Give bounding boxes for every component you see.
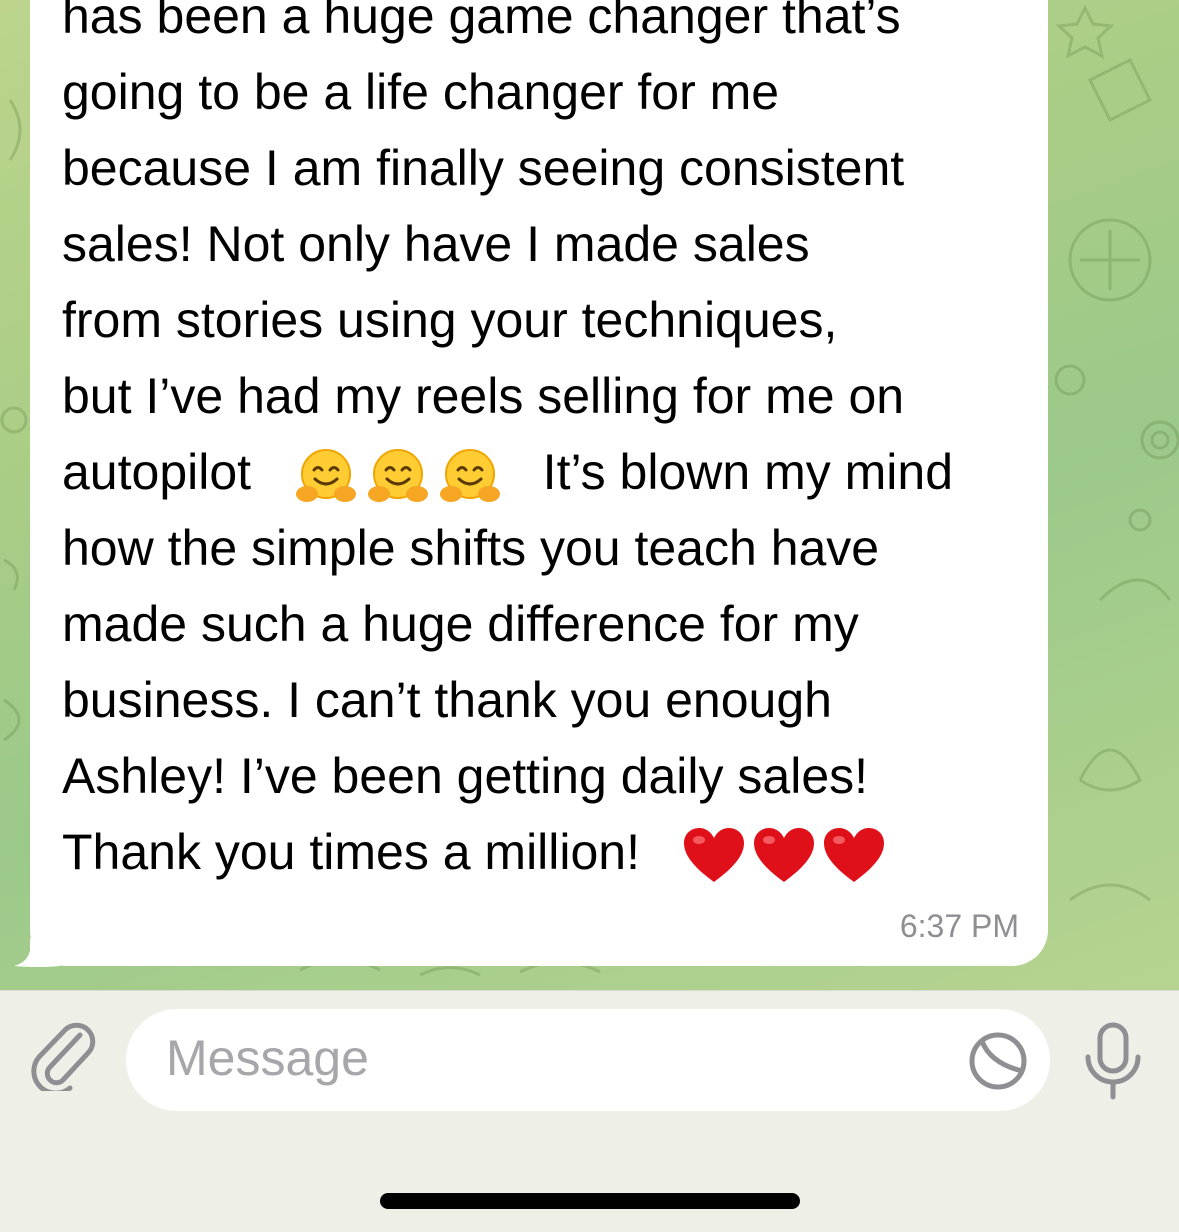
message-line: has been a huge game changer that’s [62, 0, 901, 44]
message-line: going to be a life changer for me [62, 64, 780, 120]
message-fragment: It’s blown my mind [542, 444, 953, 500]
message-line: but I’ve had my reels selling for me on [62, 368, 905, 424]
message-input-placeholder: Message [166, 1030, 369, 1086]
hugging-face-emoji-icon [295, 448, 356, 502]
home-indicator[interactable] [380, 1193, 800, 1209]
message-line: how the simple shifts you teach have [62, 520, 880, 576]
message-timestamp: 6:37 PM [899, 908, 1019, 944]
message-line: business. I can’t thank you enough [62, 672, 832, 728]
message-line-with-emoji: Thank you times a million! [62, 822, 892, 882]
bubble-tail [14, 938, 60, 967]
message-line: because I am finally seeing consistent [62, 140, 905, 196]
red-heart-emoji-icon [823, 827, 884, 882]
message-composer: Message [0, 990, 1179, 1232]
message-line: from stories using your techniques, [62, 292, 838, 348]
message-fragment: Thank you times a million! [62, 824, 641, 880]
message-line-with-emoji: autopilot It’s blown my mind [62, 442, 953, 502]
message-line: Ashley! I’ve been getting daily sales! [62, 748, 869, 804]
hugging-face-emoji-icon [367, 448, 428, 502]
hugging-face-emoji-icon [439, 448, 500, 502]
paperclip-icon[interactable] [30, 1021, 96, 1091]
red-heart-emoji-icon [683, 827, 744, 882]
message-input[interactable]: Message [126, 1009, 1050, 1111]
red-heart-emoji-icon [753, 827, 814, 882]
message-line: sales! Not only have I made sales [62, 216, 810, 272]
microphone-icon[interactable] [1080, 1021, 1146, 1101]
message-fragment: autopilot [62, 444, 252, 500]
message-line: made such a huge difference for my [62, 596, 859, 652]
sticker-icon[interactable] [968, 1031, 1028, 1091]
